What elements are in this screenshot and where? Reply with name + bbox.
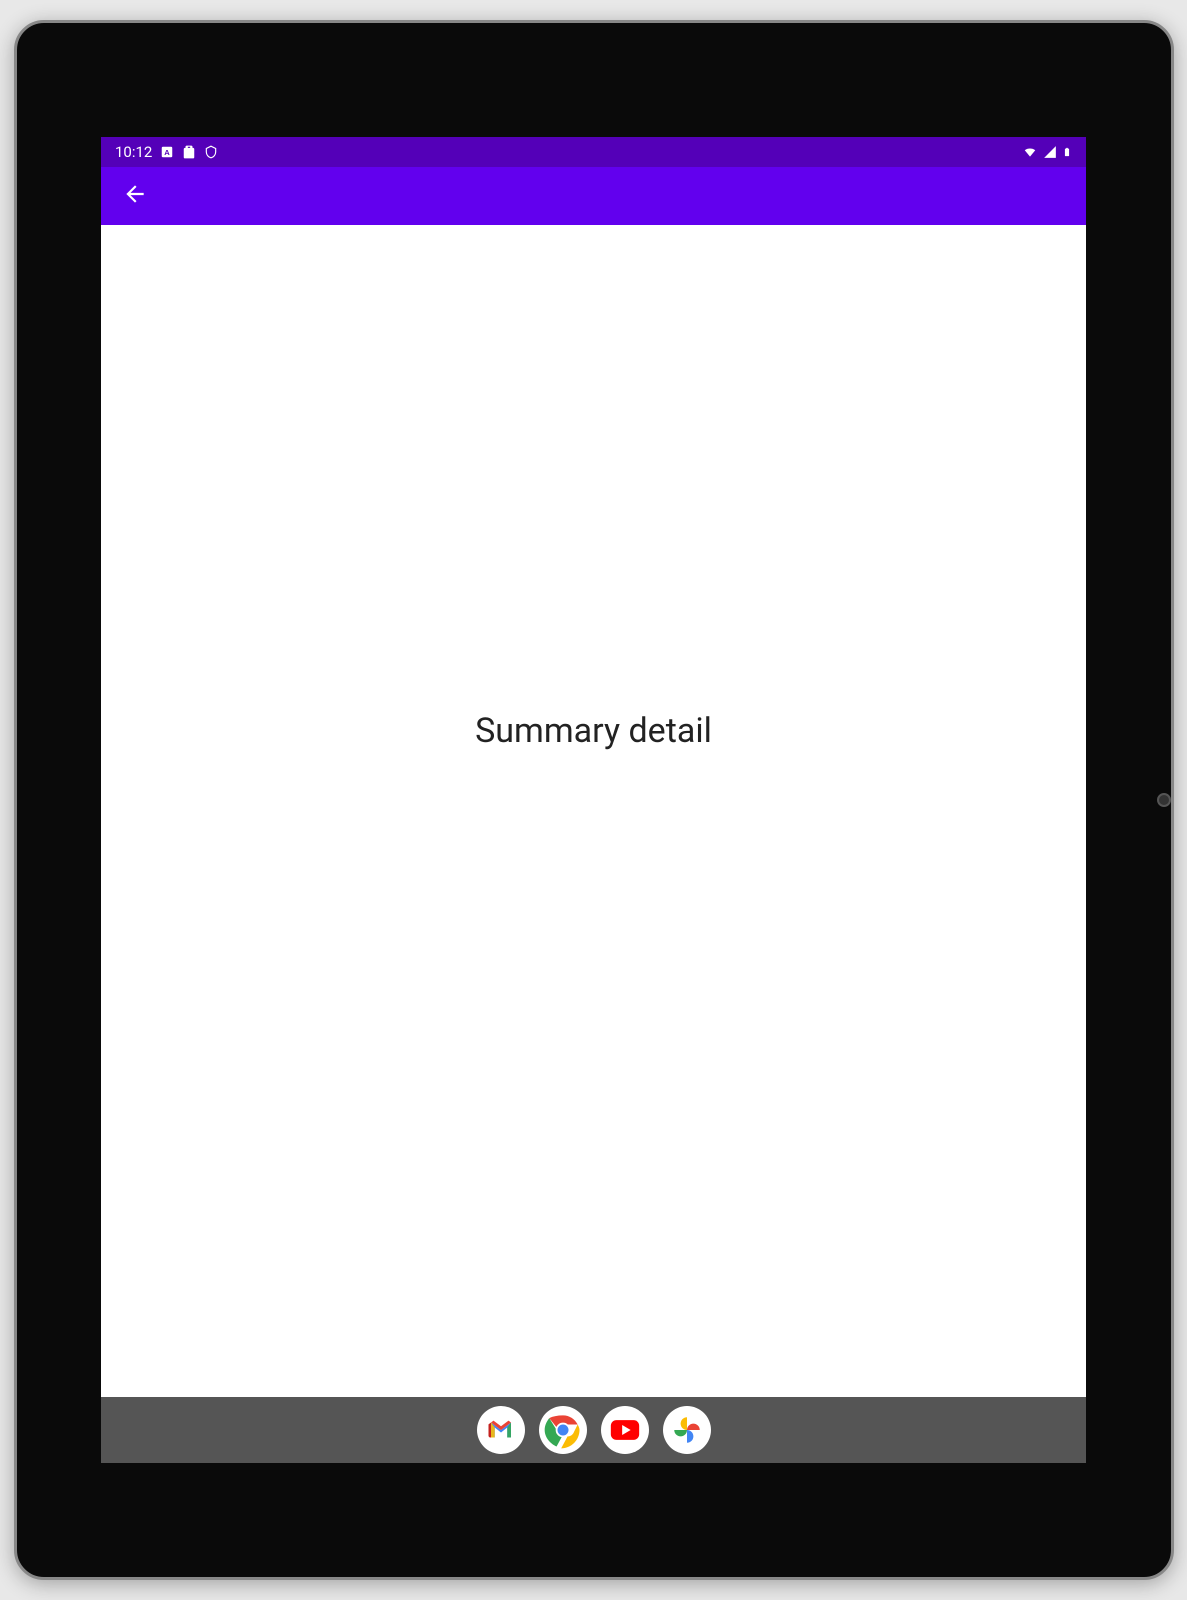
status-bar-right [1022, 144, 1072, 160]
status-bar-left: 10:12 A [115, 143, 218, 161]
gmail-app-icon[interactable] [477, 1406, 525, 1454]
screen: 10:12 A [101, 137, 1086, 1463]
status-bar: 10:12 A [101, 137, 1086, 167]
wifi-icon [1022, 145, 1038, 159]
action-bar [101, 167, 1086, 225]
youtube-app-icon[interactable] [601, 1406, 649, 1454]
clipboard-icon [182, 145, 196, 159]
nav-bar [101, 1397, 1086, 1463]
signal-icon [1042, 145, 1058, 159]
chrome-app-icon[interactable] [539, 1406, 587, 1454]
arrow-back-icon [122, 181, 148, 211]
content-area: Summary detail [101, 225, 1086, 1397]
summary-detail-label: Summary detail [475, 711, 712, 751]
back-button[interactable] [115, 176, 155, 216]
status-time: 10:12 [115, 143, 152, 161]
keyboard-icon: A [160, 145, 174, 159]
photos-app-icon[interactable] [663, 1406, 711, 1454]
security-icon [204, 145, 218, 159]
battery-icon [1062, 144, 1072, 160]
svg-text:A: A [165, 148, 171, 157]
camera-dot [1157, 793, 1171, 807]
tablet-frame: 10:12 A [14, 20, 1174, 1580]
